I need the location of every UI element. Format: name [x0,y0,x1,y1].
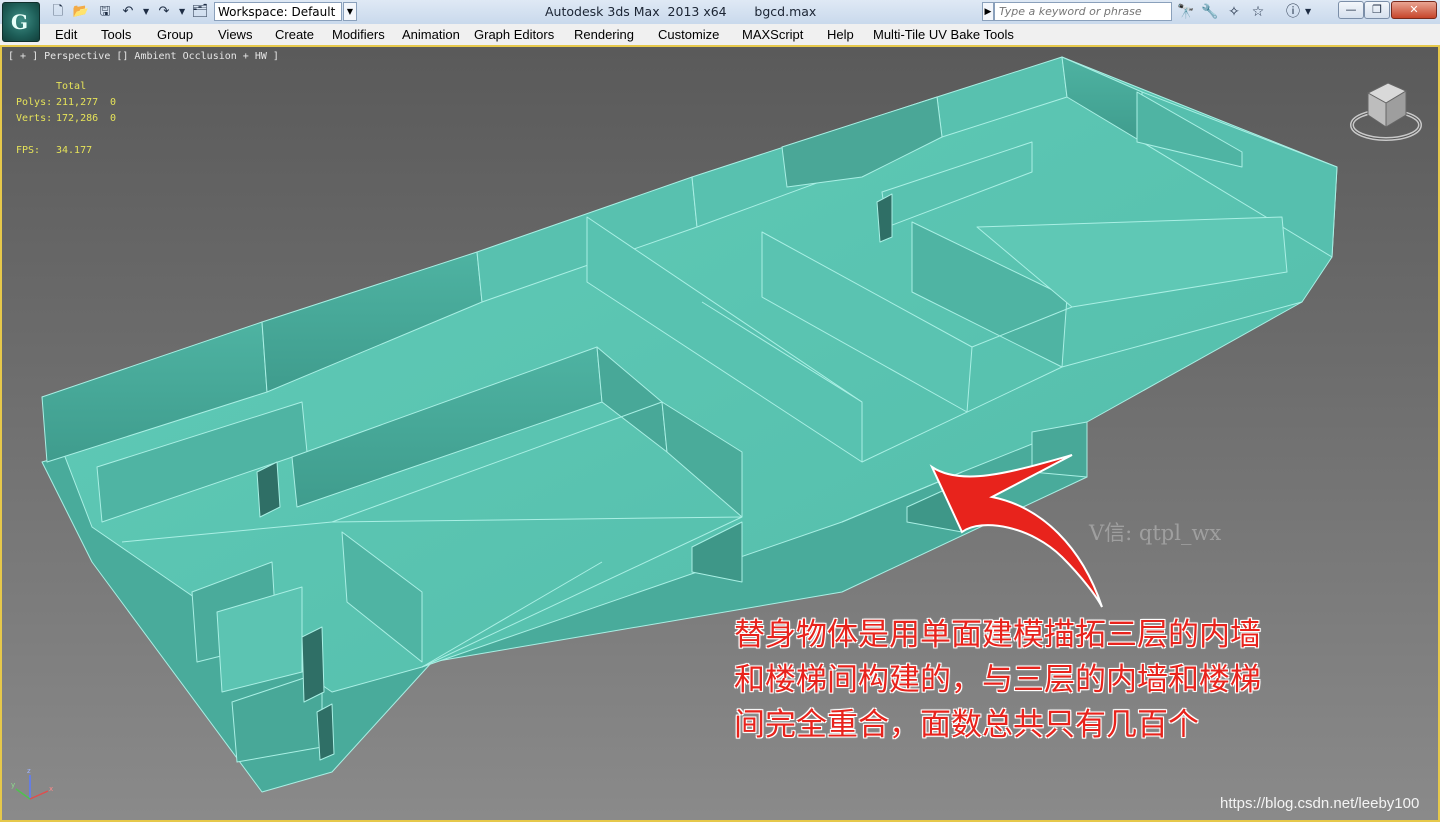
undo-dropdown-icon[interactable]: ▼ [143,3,149,20]
help-icon[interactable]: ⓘ [1283,3,1303,21]
stats-fps-value: 34.177 [56,145,93,156]
url-watermark: https://blog.csdn.net/leeby100 [1220,795,1420,812]
menu-animation[interactable]: Animation [402,24,460,45]
search-expand-icon[interactable]: ▶ [982,2,994,21]
minimize-button[interactable]: — [1338,1,1364,19]
restore-button[interactable]: ❐ [1364,1,1390,19]
favorites-icon[interactable]: ✧ [1224,3,1244,21]
perspective-viewport[interactable]: [ + ] Perspective [] Ambient Occlusion +… [0,45,1440,822]
stats-total-header: Total [56,81,87,92]
title-bar: G 🗋 📂 🖫 ↶ ▼ ↷ ▼ 🗂 Workspace: Default ▼ A… [0,0,1440,42]
annotation-text: 替身物体是用单面建模描拓三层的内墙 和楼梯间构建的，与三层的内墙和楼梯 间完全重… [734,613,1324,748]
menu-create[interactable]: Create [275,24,314,45]
annotation-line: 替身物体是用单面建模描拓三层的内墙 [734,617,1261,653]
viewcube-icon[interactable] [1348,77,1424,143]
menu-maxscript[interactable]: MAXScript [742,24,803,45]
stats-polys-label: Polys: [16,97,53,108]
workspace-select[interactable]: Workspace: Default [214,2,342,21]
redo-dropdown-icon[interactable]: ▼ [179,3,185,20]
menu-multi-tile-uv-bake-tools[interactable]: Multi-Tile UV Bake Tools [873,24,1014,45]
menu-group[interactable]: Group [157,24,193,45]
app-logo-button[interactable]: G [2,2,40,42]
new-file-icon[interactable]: 🗋 [49,3,67,20]
menu-help[interactable]: Help [827,24,854,45]
menu-tools[interactable]: Tools [101,24,131,45]
menu-graph-editors[interactable]: Graph Editors [474,24,554,45]
search-input[interactable] [994,2,1172,21]
workspace-dropdown-icon[interactable]: ▼ [343,2,357,21]
menu-views[interactable]: Views [218,24,252,45]
annotation-line: 和楼梯间构建的，与三层的内墙和楼梯 [734,662,1261,698]
stats-polys-extra: 0 [110,97,117,108]
annotation-line: 间完全重合，面数总共只有几百个 [734,707,1199,743]
svg-text:z: z [27,767,31,775]
undo-icon[interactable]: ↶ [119,3,137,20]
menu-edit[interactable]: Edit [55,24,77,45]
app-logo-icon: G [11,10,29,34]
binoculars-icon[interactable]: 🔭 [1176,3,1196,21]
redo-icon[interactable]: ↷ [155,3,173,20]
open-folder-icon[interactable]: 📂 [72,3,90,20]
stats-fps-label: FPS: [16,145,41,156]
menu-customize[interactable]: Customize [658,24,719,45]
stats-verts-label: Verts: [16,113,53,124]
viewport-label[interactable]: [ + ] Perspective [] Ambient Occlusion +… [8,51,279,62]
svg-text:x: x [49,785,53,793]
help-dropdown-icon[interactable]: ▼ [1305,3,1311,20]
window-title: Autodesk 3ds Max 2013 x64 bgcd.max [545,4,817,19]
star-icon[interactable]: ☆ [1248,3,1268,21]
project-folder-icon[interactable]: 🗂 [191,3,209,20]
svg-text:y: y [11,781,15,789]
wechat-watermark: V信: qtpl_wx [1089,521,1222,545]
menu-bar: Edit Tools Group Views Create Modifiers … [0,24,1440,46]
menu-modifiers[interactable]: Modifiers [332,24,385,45]
close-button[interactable]: ✕ [1391,1,1437,19]
menu-rendering[interactable]: Rendering [574,24,634,45]
axis-tripod-icon: z x y [11,767,53,800]
stats-polys-value: 211,277 [56,97,99,108]
stats-verts-extra: 0 [110,113,117,124]
stats-verts-value: 172,286 [56,113,99,124]
communication-icon[interactable]: 🔧 [1200,3,1220,21]
save-icon[interactable]: 🖫 [96,3,114,20]
